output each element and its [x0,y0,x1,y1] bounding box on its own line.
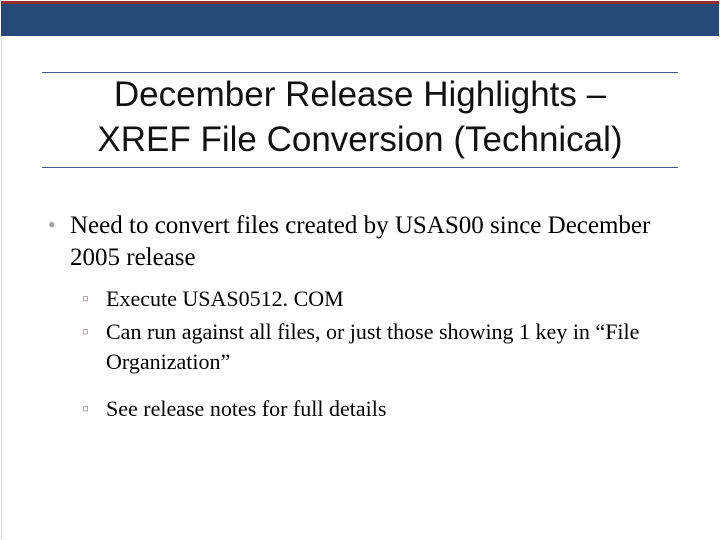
slide-title: December Release Highlights – XREF File … [48,73,672,163]
content-area: Need to convert files created by USAS00 … [42,210,678,436]
sub-bullet-text: Execute USAS0512. COM [106,286,344,311]
bullet-text: Need to convert files created by USAS00 … [70,212,650,271]
bullet-list: Need to convert files created by USAS00 … [42,210,678,424]
sub-bullet-item: Can run against all files, or just those… [80,317,678,376]
title-line-1: December Release Highlights – [114,75,606,114]
sub-bullet-text: Can run against all files, or just those… [106,319,639,373]
top-accent-bar [1,1,719,36]
title-line-2: XREF File Conversion (Technical) [97,120,622,159]
slide: December Release Highlights – XREF File … [0,0,720,540]
sub-bullet-list: Execute USAS0512. COM Can run against al… [70,284,678,424]
sub-bullet-item: Execute USAS0512. COM [80,284,678,313]
sub-bullet-item: See release notes for full details [80,394,678,423]
bullet-item: Need to convert files created by USAS00 … [42,210,678,424]
slide-edge [1,1,2,539]
title-box: December Release Highlights – XREF File … [42,72,678,168]
sub-bullet-text: See release notes for full details [106,396,386,421]
